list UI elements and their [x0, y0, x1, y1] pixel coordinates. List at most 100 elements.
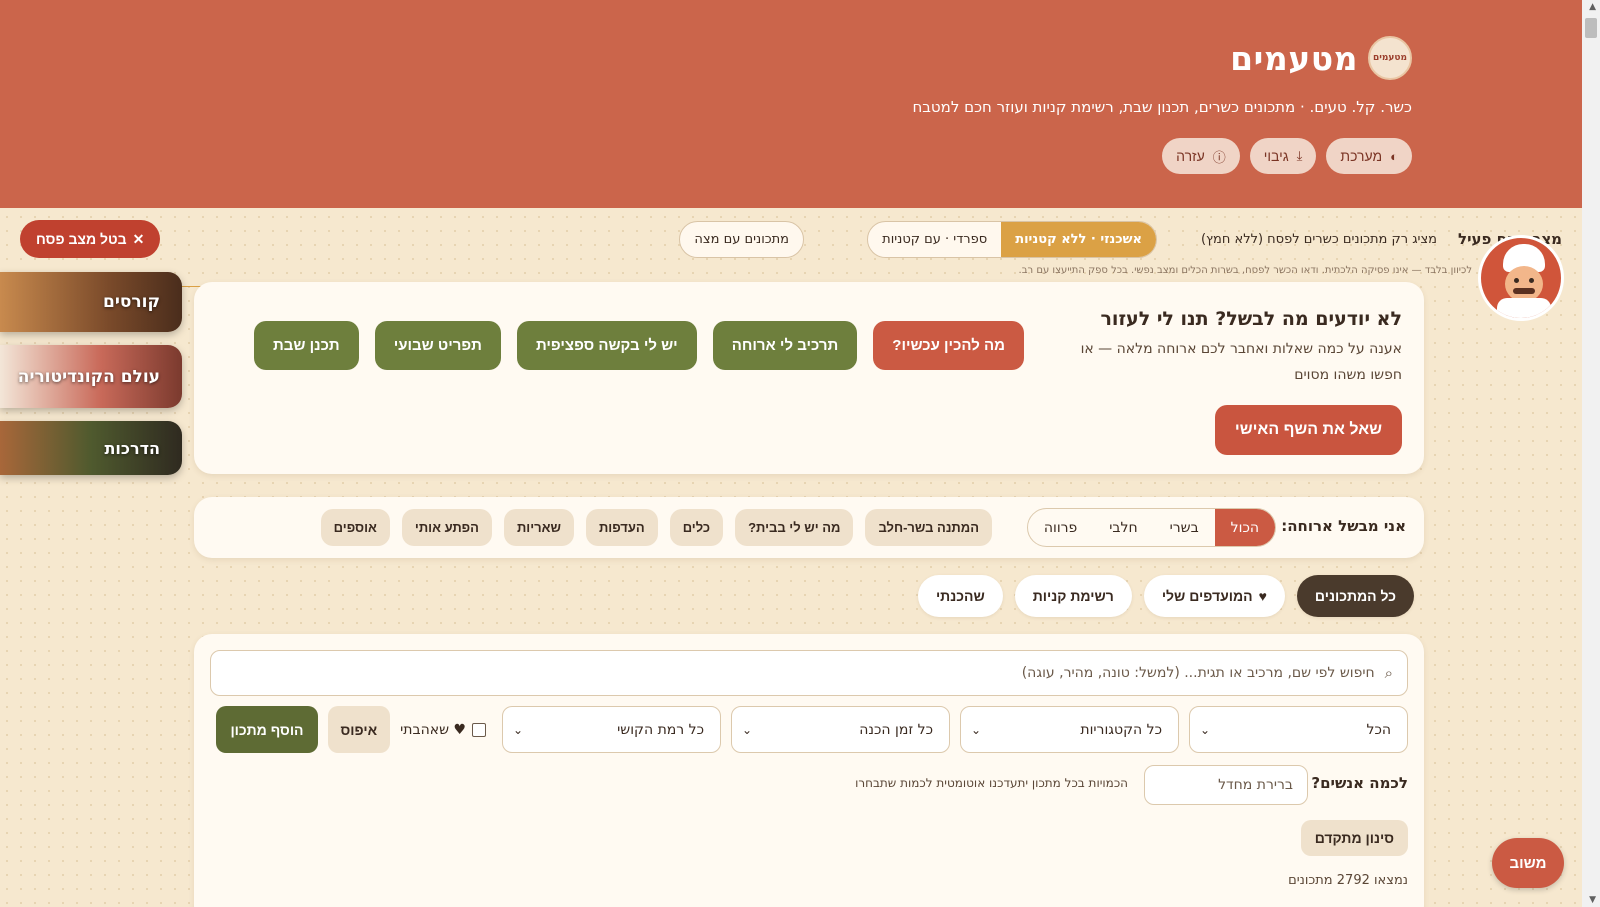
- servings-input[interactable]: ברירת מחדל: [1144, 765, 1308, 805]
- servings-label: לכמה אנשים?: [1311, 774, 1408, 792]
- tab-shopping-list-label: רשימת קניות: [1032, 588, 1114, 604]
- tab-my-favorites-label: המועדפים שלי: [1161, 588, 1253, 604]
- tab-cooked-label: שהכנתי: [935, 588, 985, 604]
- specific-request-button[interactable]: יש לי בקשה ספציפית: [516, 321, 697, 370]
- pesach-description: מציג רק מתכונים כשרים לפסח (ללא חמץ): [1200, 232, 1437, 247]
- prep-time-value: כל זמן הכנה: [859, 721, 933, 738]
- cooking-helper-card: לא יודעים מה לבשל? תנו לי לעזור אענה על …: [194, 282, 1424, 474]
- chef-face: [1505, 266, 1543, 302]
- chip-preferences[interactable]: העדפות: [585, 509, 658, 546]
- search-panel: ⌕ הכל ⌄ כל הקטגוריות ⌄ כל זמן הכנה ⌄ כל …: [194, 634, 1424, 907]
- plan-shabbat-button[interactable]: תכנן שבת: [254, 321, 359, 370]
- guides-card-label: הדרכות: [104, 438, 160, 458]
- chef-eye: [1529, 278, 1534, 283]
- tab-shopping-list[interactable]: רשימת קניות: [1014, 575, 1132, 617]
- kind-parve-option[interactable]: פרווה: [1028, 509, 1093, 546]
- tab-my-favorites[interactable]: ♥ המועדפים שלי: [1143, 575, 1285, 617]
- helper-title: לא יודעים מה לבשל? תנו לי לעזור: [1100, 308, 1402, 330]
- brand-logo: מטעמים: [1368, 36, 1412, 80]
- search-box[interactable]: ⌕: [210, 650, 1408, 696]
- add-recipe-button[interactable]: הוסף מתכון: [216, 706, 318, 753]
- pastry-world-card-label: עולם הקונדיטוריה: [17, 366, 160, 387]
- difficulty-select[interactable]: כל רמת הקושי ⌄: [502, 706, 721, 753]
- servings-hint: הכמויות בכל מתכון יתעדכנו אוטומטית לכמות…: [855, 776, 1128, 790]
- kosher-type-select[interactable]: הכל ⌄: [1189, 706, 1408, 753]
- advanced-filter-button[interactable]: סינון מתקדם: [1300, 820, 1408, 856]
- cancel-pesach-label: בטל מצב פסח: [36, 231, 127, 247]
- what-to-cook-now-button[interactable]: מה להכין עכשיו?: [873, 321, 1024, 370]
- scroll-down-icon[interactable]: ▼: [1589, 895, 1596, 905]
- kind-dairy-option[interactable]: חלבי: [1093, 509, 1153, 546]
- category-value: כל הקטגוריות: [1080, 721, 1162, 738]
- category-select[interactable]: כל הקטגוריות ⌄: [960, 706, 1179, 753]
- chevron-down-icon: ⌄: [1200, 722, 1211, 737]
- build-meal-button[interactable]: תרכיב לי ארוחה: [712, 321, 858, 370]
- chef-assistant-avatar[interactable]: [1478, 235, 1564, 321]
- tab-all-recipes[interactable]: כל המתכונים: [1296, 575, 1414, 617]
- tab-cooked[interactable]: שהכנתי: [917, 575, 1003, 617]
- help-button-label: עזרה: [1176, 148, 1205, 164]
- site-header: מטעמים מטעמים כשר. קל. טעים. · מתכונים כ…: [0, 0, 1582, 208]
- brand[interactable]: מטעמים מטעמים: [1230, 36, 1412, 80]
- theme-button[interactable]: ◐ מערכת: [1326, 138, 1412, 174]
- courses-card-label: קורסים: [103, 292, 160, 312]
- chef-body: [1497, 298, 1551, 318]
- chip-what-i-have[interactable]: מה יש לי בבית?: [735, 509, 854, 546]
- feedback-button[interactable]: משוב: [1492, 838, 1564, 888]
- pastry-world-card[interactable]: עולם הקונדיטוריה: [0, 345, 182, 408]
- helper-actions: מה להכין עכשיו? תרכיב לי ארוחה יש לי בקש…: [254, 321, 1024, 370]
- chevron-down-icon: ⌄: [742, 722, 753, 737]
- tab-all-recipes-label: כל המתכונים: [1314, 588, 1396, 604]
- pesach-note: לכיוון בלבד — אינו פסיקה הלכתית. ודאו הכ…: [1018, 265, 1472, 276]
- help-button[interactable]: ⓘ עזרה: [1162, 138, 1240, 174]
- filter-selects: הכל ⌄ כל הקטגוריות ⌄ כל זמן הכנה ⌄ כל רמ…: [216, 706, 1408, 753]
- chip-leftovers[interactable]: שאריות: [503, 509, 574, 546]
- recipe-tabs: כל המתכונים ♥ המועדפים שלי רשימת קניות ש…: [917, 575, 1414, 617]
- theme-button-label: מערכת: [1340, 148, 1383, 164]
- pesach-ashkenazi-option[interactable]: אשכנזי · ללא קטניות: [1001, 222, 1156, 257]
- kind-meat-option[interactable]: בשרי: [1154, 509, 1215, 546]
- weekly-menu-button[interactable]: תפריט שבועי: [374, 321, 501, 370]
- close-icon: ✕: [132, 230, 145, 247]
- heart-icon: ♥: [1258, 588, 1267, 604]
- header-actions: ◐ מערכת ⤓ גיבוי ⓘ עזרה: [1162, 138, 1412, 174]
- meal-kind-toggle: הכול בשרי חלבי פרווה: [1026, 508, 1276, 547]
- chip-meat-dairy-wait[interactable]: המתנה בשר-חלב: [865, 509, 992, 546]
- scroll-up-icon[interactable]: ▲: [1589, 2, 1596, 12]
- filter-chips: המתנה בשר-חלב מה יש לי בבית? כלים העדפות…: [320, 509, 992, 546]
- courses-card[interactable]: קורסים: [0, 272, 182, 332]
- checkbox-box[interactable]: [472, 722, 486, 737]
- chef-eye: [1514, 278, 1519, 283]
- scroll-thumb[interactable]: [1585, 18, 1597, 38]
- contrast-icon: ◐: [1390, 148, 1398, 164]
- chip-surprise-me[interactable]: הפתע אותי: [401, 509, 492, 546]
- meal-filter-label: אני מבשל ארוחה:: [1281, 517, 1406, 535]
- chef-mustache: [1513, 288, 1535, 294]
- help-icon: ⓘ: [1212, 149, 1226, 165]
- brand-name: מטעמים: [1230, 38, 1358, 78]
- kosher-type-value: הכל: [1366, 721, 1391, 738]
- tagline: כשר. קל. טעים. · מתכונים כשרים, תכנון שב…: [912, 98, 1412, 116]
- search-icon: ⌕: [1384, 664, 1393, 682]
- matza-recipes-button[interactable]: מתכונים עם מצה: [679, 221, 804, 258]
- chip-collections[interactable]: אוספים: [320, 509, 390, 546]
- search-input[interactable]: [225, 665, 1375, 681]
- pesach-custom-toggle: אשכנזי · ללא קטניות ספרדי · עם קטניות: [867, 221, 1157, 258]
- kind-all-option[interactable]: הכול: [1214, 509, 1275, 546]
- guides-card[interactable]: הדרכות: [0, 421, 182, 475]
- prep-time-select[interactable]: כל זמן הכנה ⌄: [731, 706, 950, 753]
- pesach-sephardi-option[interactable]: ספרדי · עם קטניות: [868, 222, 1001, 257]
- reset-button[interactable]: איפוס: [327, 706, 391, 753]
- helper-description: אענה על כמה שאלות ואחבר לכם ארוחה מלאה —…: [1080, 341, 1402, 383]
- cancel-pesach-button[interactable]: ✕ בטל מצב פסח: [20, 220, 161, 258]
- download-icon: ⤓: [1296, 148, 1303, 163]
- backup-button[interactable]: ⤓ גיבוי: [1249, 138, 1317, 174]
- results-count: נמצאו 2792 מתכונים: [1288, 873, 1408, 888]
- ask-chef-button[interactable]: שאל את השף האישי: [1214, 405, 1402, 455]
- chip-utensils[interactable]: כלים: [669, 509, 724, 546]
- backup-button-label: גיבוי: [1263, 148, 1289, 164]
- page-scrollbar[interactable]: ▲ ▼: [1582, 0, 1600, 907]
- favorites-checkbox-label: ♥ שאהבתי: [400, 721, 466, 738]
- favorites-checkbox[interactable]: ♥ שאהבתי: [400, 722, 486, 738]
- meal-filter-bar: אני מבשל ארוחה: הכול בשרי חלבי פרווה המת…: [194, 497, 1424, 558]
